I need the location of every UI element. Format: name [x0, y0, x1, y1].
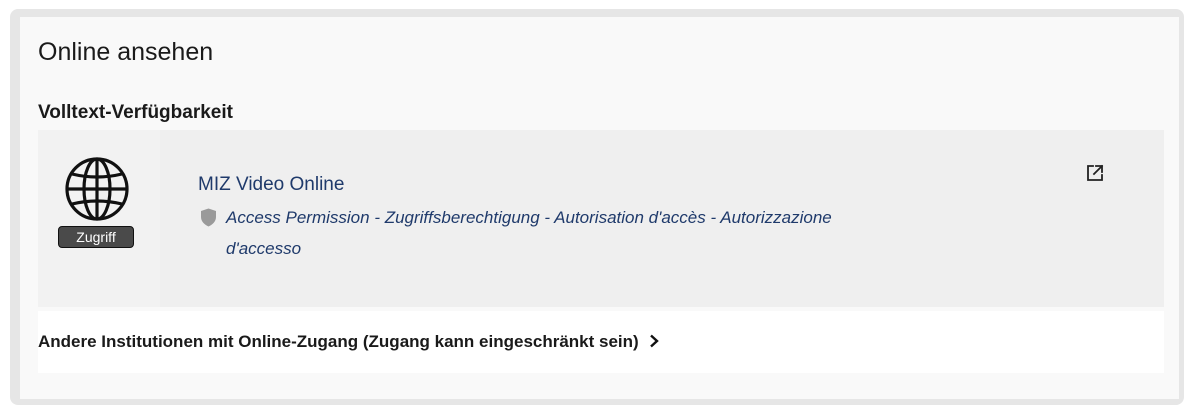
resource-link[interactable]: MIZ Video Online	[198, 172, 344, 198]
panel-title: Online ansehen	[38, 38, 214, 66]
permission-text: Access Permission - Zugriffsberechtigung…	[226, 208, 832, 258]
access-entry: Zugriff MIZ Video Online Access Permissi…	[38, 130, 1164, 307]
access-icon-tile: Zugriff	[38, 130, 160, 307]
other-institutions-label: Andere Institutionen mit Online-Zugang (…	[38, 332, 639, 351]
online-view-panel: Online ansehen Volltext-Verfügbarkeit Zu…	[20, 17, 1179, 399]
fulltext-availability-heading: Volltext-Verfügbarkeit	[38, 102, 233, 123]
other-institutions-section: Andere Institutionen mit Online-Zugang (…	[38, 311, 1164, 373]
shield-icon	[201, 208, 216, 227]
external-link-icon[interactable]	[1086, 164, 1104, 182]
other-institutions-link[interactable]: Andere Institutionen mit Online-Zugang (…	[38, 330, 659, 354]
access-badge: Zugriff	[58, 226, 134, 248]
globe-icon	[65, 157, 129, 221]
chevron-right-icon	[649, 334, 659, 348]
